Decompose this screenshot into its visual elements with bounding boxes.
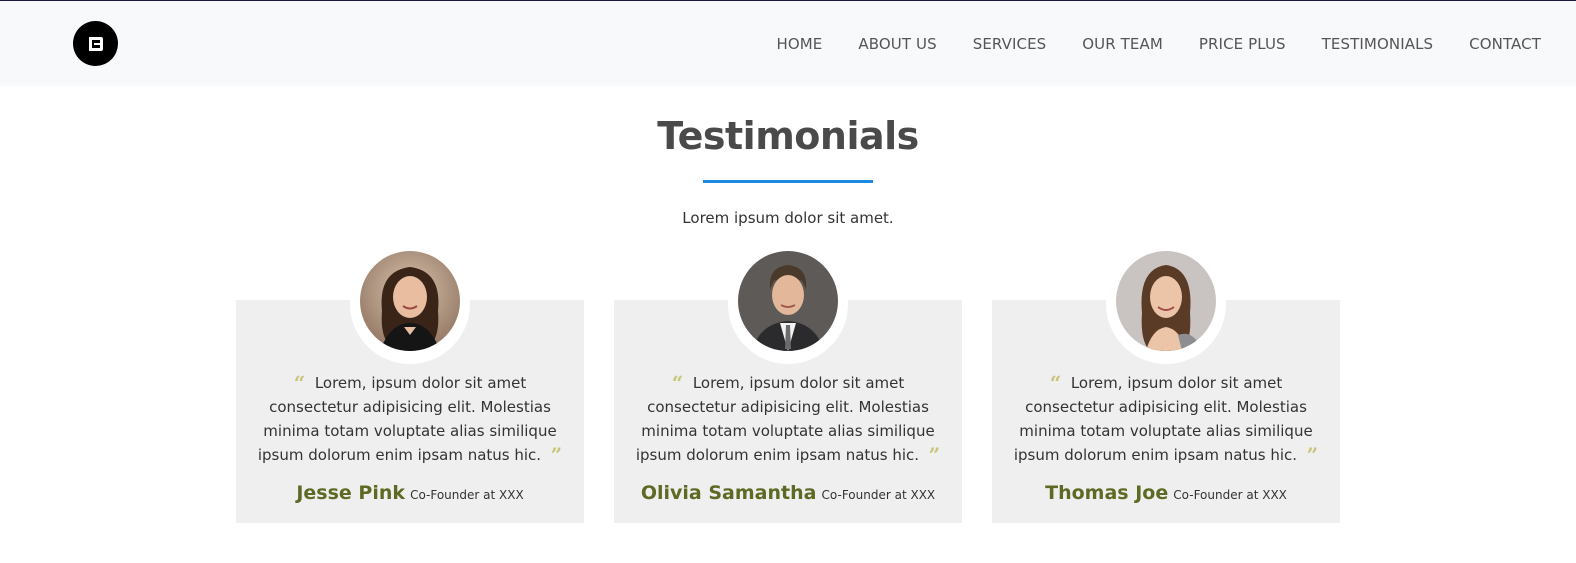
open-quote-icon: “ — [293, 371, 306, 395]
testimonial-quote: “ Lorem, ipsum dolor sit amet consectetu… — [992, 371, 1340, 467]
avatar — [360, 251, 460, 351]
navbar: HOME ABOUT US SERVICES OUR TEAM PRICE PL… — [0, 1, 1576, 86]
section-subtitle: Lorem ipsum dolor sit amet. — [682, 209, 894, 227]
nav-link-price-plus[interactable]: PRICE PLUS — [1199, 35, 1286, 53]
author-name: Olivia Samantha — [640, 482, 817, 504]
nav-link-contact[interactable]: CONTACT — [1469, 35, 1541, 53]
main-nav: HOME ABOUT US SERVICES OUR TEAM PRICE PL… — [740, 1, 1541, 86]
brand-logo-icon[interactable] — [73, 21, 118, 66]
testimonial-quote: “ Lorem, ipsum dolor sit amet consectetu… — [236, 371, 584, 467]
nav-link-home[interactable]: HOME — [776, 35, 822, 53]
nav-link-our-team[interactable]: OUR TEAM — [1082, 35, 1163, 53]
author-role: Co-Founder at XXX — [410, 488, 524, 502]
testimonial-quote: “ Lorem, ipsum dolor sit amet consectetu… — [614, 371, 962, 467]
author-role: Co-Founder at XXX — [1173, 488, 1287, 502]
author-role: Co-Founder at XXX — [821, 488, 936, 502]
close-quote-icon: ” — [928, 443, 941, 467]
testimonial-author: Thomas Joe Co-Founder at XXX — [992, 482, 1340, 504]
nav-link-testimonials[interactable]: TESTIMONIALS — [1322, 35, 1433, 53]
avatar — [1116, 251, 1216, 351]
avatar — [738, 251, 838, 351]
nav-link-about-us[interactable]: ABOUT US — [858, 35, 936, 53]
open-quote-icon: “ — [1049, 371, 1062, 395]
close-quote-icon: ” — [1306, 443, 1319, 467]
open-quote-icon: “ — [671, 371, 684, 395]
title-underline — [703, 180, 873, 183]
testimonial-author: Olivia Samantha Co-Founder at XXX — [614, 482, 962, 504]
section-title: Testimonials — [657, 114, 919, 158]
nav-link-services[interactable]: SERVICES — [973, 35, 1047, 53]
testimonial-author: Jesse Pink Co-Founder at XXX — [236, 482, 584, 504]
close-quote-icon: ” — [550, 443, 563, 467]
author-name: Jesse Pink — [296, 482, 405, 504]
author-name: Thomas Joe — [1045, 482, 1169, 504]
